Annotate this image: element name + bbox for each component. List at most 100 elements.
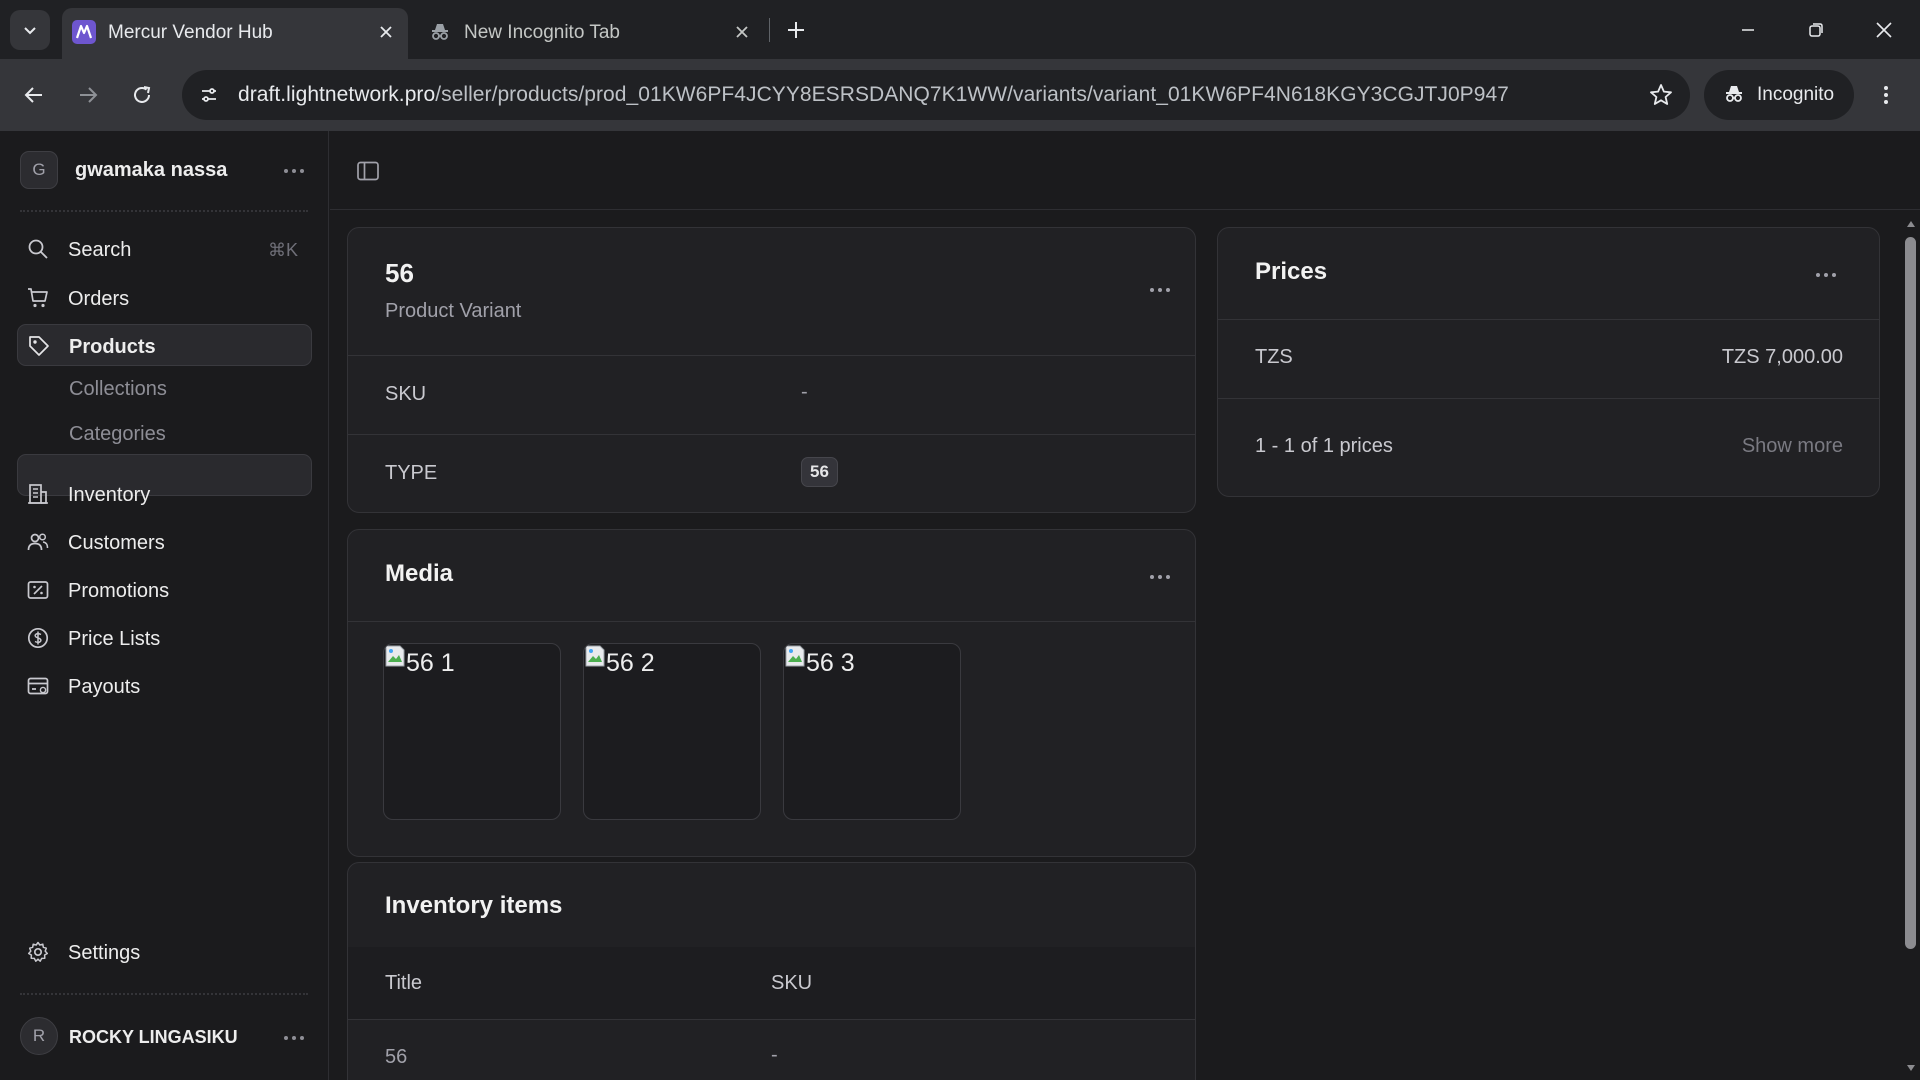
variant-subtitle: Product Variant (385, 300, 522, 322)
sidebar-item-orders[interactable]: Orders (17, 277, 312, 319)
inventory-items-card: Inventory items Title SKU 56 - (347, 862, 1196, 1080)
media-image-3[interactable]: 56 3 (783, 643, 961, 820)
sidebar-item-label: Payouts (68, 676, 141, 698)
inventory-title: Inventory items (385, 892, 563, 919)
price-currency: TZS (1255, 346, 1293, 368)
incognito-icon (428, 20, 452, 44)
bookmark-star-icon[interactable] (1648, 82, 1674, 108)
sidebar-item-promotions[interactable]: Promotions (17, 569, 312, 611)
more-horizontal-icon[interactable] (282, 161, 306, 181)
close-tab-icon[interactable] (374, 20, 398, 44)
tab-search-button[interactable] (10, 10, 50, 50)
tab-mercur-vendor-hub[interactable]: Mercur Vendor Hub (62, 8, 408, 59)
restore-button[interactable] (1782, 0, 1850, 59)
minimize-button[interactable] (1714, 0, 1782, 59)
tab-separator (769, 18, 770, 42)
users-icon (27, 533, 49, 551)
sidebar-item-label: Inventory (68, 484, 151, 506)
receipt-percent-icon (27, 581, 49, 599)
sidebar-item-label: Settings (68, 942, 141, 964)
prices-card: Prices TZS TZS 7,000.00 1 - 1 of 1 price… (1217, 227, 1880, 497)
sidebar-item-label: Promotions (68, 580, 170, 602)
user-name: ROCKY LINGASIKU (69, 1027, 238, 1047)
media-image-1[interactable]: 56 1 (383, 643, 561, 820)
store-name: gwamaka nassa (75, 159, 228, 181)
incognito-label: Incognito (1757, 84, 1835, 105)
url-path: /seller/products/prod_01KW6PF4JCYY8ESRSD… (435, 83, 1509, 106)
incognito-indicator[interactable]: Incognito (1704, 70, 1854, 120)
sidebar-toggle-icon[interactable] (356, 159, 380, 183)
vertical-dots-icon (1884, 86, 1888, 104)
sidebar-subitem-categories[interactable]: Categories (69, 423, 166, 446)
sku-label: SKU (385, 383, 427, 405)
more-horizontal-icon[interactable] (282, 1028, 306, 1048)
sidebar-item-search[interactable]: Search ⌘K (17, 228, 312, 270)
type-badge: 56 (801, 457, 838, 487)
more-horizontal-icon[interactable] (1148, 567, 1172, 587)
more-horizontal-icon[interactable] (1148, 280, 1172, 300)
store-switcher[interactable]: G gwamaka nassa (20, 151, 310, 189)
sidebar-item-inventory[interactable]: Inventory (17, 473, 312, 515)
close-window-button[interactable] (1850, 0, 1918, 59)
table-row[interactable]: 56 - (348, 1020, 1195, 1080)
scroll-down-arrow-icon[interactable] (1906, 1063, 1916, 1073)
divider (1218, 398, 1879, 399)
sidebar-item-settings[interactable]: Settings (17, 931, 312, 973)
scrollbar-thumb[interactable] (1905, 237, 1916, 949)
app-topbar (330, 131, 1920, 210)
browser-toolbar: draft.lightnetwork.pro/seller/products/p… (0, 59, 1920, 131)
close-tab-icon[interactable] (730, 20, 754, 44)
incognito-icon (1726, 86, 1742, 102)
divider (20, 993, 308, 995)
tab-new-incognito[interactable]: New Incognito Tab (418, 8, 764, 59)
image-alt-text: 56 2 (606, 649, 655, 677)
arrow-left-icon (24, 87, 42, 103)
forward-button[interactable] (68, 75, 108, 115)
scroll-up-arrow-icon[interactable] (1906, 219, 1916, 229)
inventory-row-sku: - (771, 1044, 778, 1066)
currency-dollar-icon (27, 627, 49, 649)
sidebar-item-payouts[interactable]: Payouts (17, 665, 312, 707)
sidebar-item-products-active[interactable]: Products (17, 324, 312, 366)
cart-icon (28, 288, 48, 308)
reload-button[interactable] (122, 75, 162, 115)
restore-icon (1809, 22, 1823, 37)
image-alt-text: 56 1 (406, 649, 455, 677)
address-bar[interactable]: draft.lightnetwork.pro/seller/products/p… (182, 70, 1690, 120)
keyboard-shortcut: ⌘K (267, 240, 298, 260)
sidebar-item-price-lists[interactable]: Price Lists (17, 617, 312, 659)
building-icon (28, 484, 48, 504)
show-more-button[interactable]: Show more (1742, 435, 1843, 458)
sidebar: G gwamaka nassa Search ⌘K Orders Product… (0, 131, 329, 1080)
user-menu[interactable]: R ROCKY LINGASIKU (20, 1017, 310, 1057)
sidebar-item-label: Price Lists (68, 628, 161, 650)
url-host: draft.lightnetwork.pro (238, 83, 436, 106)
more-horizontal-icon[interactable] (1814, 265, 1838, 285)
site-info-button[interactable] (194, 80, 224, 110)
inventory-table-header: Title SKU (348, 947, 1195, 1019)
new-tab-button[interactable] (780, 12, 812, 48)
sidebar-item-customers[interactable]: Customers (17, 521, 312, 563)
sidebar-subitem-collections[interactable]: Collections (69, 378, 167, 401)
chevron-down-icon (24, 27, 36, 35)
arrow-right-icon (80, 87, 98, 103)
browser-menu-button[interactable] (1870, 79, 1902, 111)
sidebar-item-label: Orders (68, 288, 130, 310)
sidebar-item-label: Customers (68, 532, 165, 554)
image-alt-text: 56 3 (806, 649, 855, 677)
page-scrollbar[interactable] (1902, 211, 1920, 1080)
tune-icon (202, 88, 216, 102)
type-label: TYPE (385, 462, 438, 484)
close-icon (1876, 21, 1892, 38)
media-image-2[interactable]: 56 2 (583, 643, 761, 820)
sidebar-item-label: Search (68, 239, 132, 261)
variant-title: 56 (385, 258, 414, 288)
reload-icon (134, 86, 151, 103)
divider (1218, 319, 1879, 320)
divider (348, 355, 1195, 356)
inventory-row-title: 56 (385, 1046, 408, 1068)
back-button[interactable] (14, 75, 54, 115)
divider (20, 210, 308, 212)
divider (348, 621, 1195, 622)
tab-title: Mercur Vendor Hub (108, 22, 273, 43)
